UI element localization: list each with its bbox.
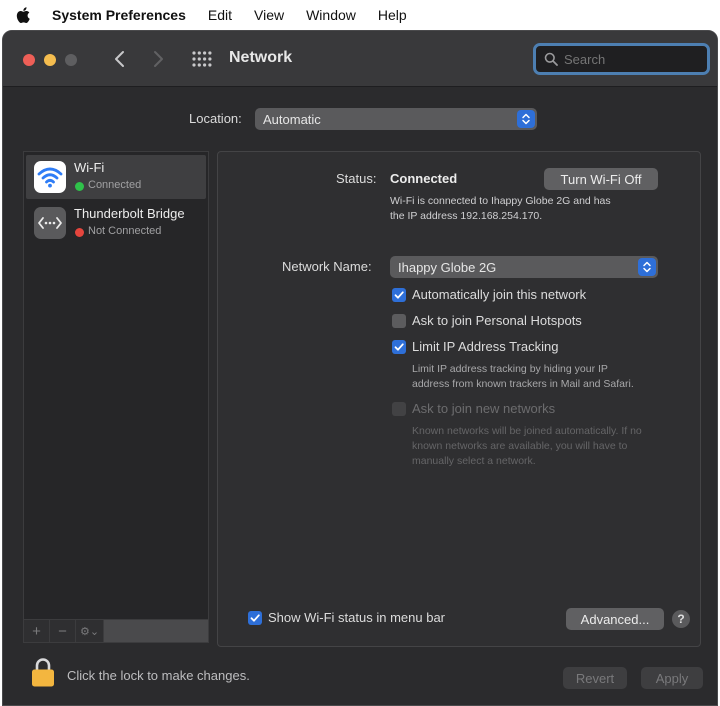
menu-bar: System Preferences Edit View Window Help [0, 0, 720, 30]
network-preferences-window: Network Location: Automatic Wi-Fi [2, 30, 718, 706]
remove-service-button[interactable]: − [50, 620, 76, 642]
service-wifi[interactable]: Wi-Fi Connected [26, 155, 206, 199]
thunderbolt-bridge-icon [34, 207, 66, 239]
service-list: Wi-Fi Connected Thunderbolt Bridge Not C… [23, 151, 209, 623]
location-value: Automatic [263, 111, 321, 127]
search-field[interactable] [533, 43, 710, 75]
show-all-grid-icon[interactable] [192, 51, 212, 67]
revert-button[interactable]: Revert [563, 667, 627, 689]
service-thunderbolt-status: Not Connected [88, 225, 162, 237]
back-chevron-icon[interactable] [111, 47, 129, 71]
add-service-button[interactable]: + [24, 620, 50, 642]
popup-arrows-icon [638, 258, 656, 276]
menu-window[interactable]: Window [306, 7, 356, 23]
search-icon [544, 52, 558, 66]
menu-view[interactable]: View [254, 7, 284, 23]
service-wifi-status: Connected [88, 179, 142, 191]
auto-join-checkbox[interactable] [392, 288, 406, 302]
ask-new-description-line-1: Known networks will be joined automatica… [412, 425, 642, 437]
checkmark-icon [250, 614, 260, 622]
apply-button[interactable]: Apply [641, 667, 703, 689]
menu-help[interactable]: Help [378, 7, 407, 23]
turn-wifi-off-button[interactable]: Turn Wi-Fi Off [544, 168, 658, 190]
service-action-menu-button[interactable]: ⚙︎⌄ [76, 620, 104, 642]
checkmark-icon [394, 343, 404, 351]
status-dot-not-connected [75, 228, 84, 237]
ask-personal-hotspots-label: Ask to join Personal Hotspots [412, 313, 582, 328]
toolbar-spacer [104, 620, 208, 642]
ask-new-description-line-3: manually select a network. [412, 455, 536, 467]
checkmark-icon [394, 291, 404, 299]
minimize-window-button[interactable] [44, 54, 56, 66]
show-wifi-status-label: Show Wi-Fi status in menu bar [268, 610, 446, 625]
location-popup[interactable]: Automatic [255, 108, 537, 130]
limit-ip-description-line-2: address from known trackers in Mail and … [412, 378, 634, 390]
detail-pane: Status: Connected Turn Wi-Fi Off Wi-Fi i… [217, 151, 701, 647]
network-name-popup[interactable]: Ihappy Globe 2G [390, 256, 658, 278]
close-window-button[interactable] [23, 54, 35, 66]
status-description-line-2: the IP address 192.168.254.170. [390, 210, 543, 222]
show-wifi-status-checkbox[interactable] [248, 611, 262, 625]
status-label: Status: [336, 171, 377, 186]
ask-personal-hotspots-checkbox[interactable] [392, 314, 406, 328]
network-name-value: Ihappy Globe 2G [398, 259, 497, 275]
advanced-button[interactable]: Advanced... [566, 608, 664, 630]
status-description-line-1: Wi-Fi is connected to Ihappy Globe 2G an… [390, 195, 611, 207]
status-value: Connected [390, 171, 458, 186]
apple-menu-icon[interactable] [14, 5, 34, 25]
forward-chevron-icon[interactable] [149, 47, 167, 71]
network-name-label: Network Name: [282, 259, 372, 274]
ask-new-networks-label: Ask to join new networks [412, 401, 556, 416]
menu-edit[interactable]: Edit [208, 7, 232, 23]
limit-ip-tracking-checkbox[interactable] [392, 340, 406, 354]
app-menu[interactable]: System Preferences [52, 7, 186, 23]
search-input[interactable] [564, 51, 694, 67]
title-bar: Network [3, 31, 717, 87]
ask-new-description-line-2: known networks are available, you will h… [412, 440, 628, 452]
lock-message: Click the lock to make changes. [67, 668, 250, 683]
zoom-window-button[interactable] [65, 54, 77, 66]
window-title: Network [229, 49, 293, 66]
service-thunderbolt-bridge[interactable]: Thunderbolt Bridge Not Connected [26, 201, 206, 245]
popup-arrows-icon [517, 110, 535, 128]
location-label: Location: [189, 111, 242, 126]
ask-new-networks-checkbox[interactable] [392, 402, 406, 416]
service-list-toolbar: + − ⚙︎⌄ [23, 619, 209, 643]
service-thunderbolt-name: Thunderbolt Bridge [74, 206, 185, 221]
auto-join-label: Automatically join this network [412, 287, 587, 302]
service-wifi-name: Wi-Fi [74, 160, 105, 175]
wifi-icon [34, 161, 66, 193]
limit-ip-description-line-1: Limit IP address tracking by hiding your… [412, 363, 608, 375]
status-dot-connected [75, 182, 84, 191]
limit-ip-tracking-label: Limit IP Address Tracking [412, 339, 559, 354]
lock-icon[interactable] [31, 657, 55, 687]
help-button[interactable]: ? [672, 610, 690, 628]
